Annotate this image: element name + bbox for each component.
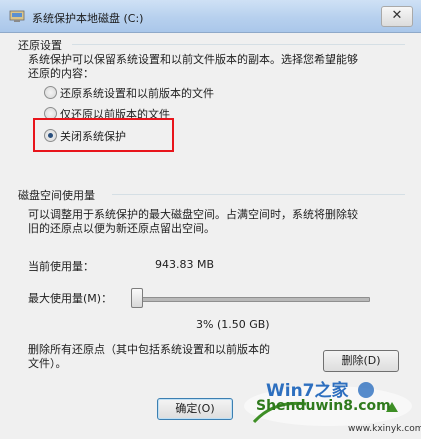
red-highlight-box <box>33 118 174 152</box>
max-usage-value: 3% (1.50 GB) <box>196 318 270 331</box>
radio-button[interactable] <box>44 86 57 99</box>
delete-description-line: 文件）。 <box>28 357 67 370</box>
delete-button[interactable]: 删除(D) <box>323 350 399 372</box>
close-button[interactable]: ✕ <box>381 6 413 27</box>
max-usage-slider-track[interactable] <box>132 297 370 302</box>
system-protection-icon <box>9 10 25 22</box>
watermark-url: www.kxinyk.com <box>348 424 421 434</box>
current-usage-label: 当前使用量： <box>28 260 94 273</box>
disk-space-title: 磁盘空间使用量 <box>18 189 95 202</box>
title-bar: 系统保护本地磁盘 (C:) ✕ <box>0 0 421 33</box>
disk-space-description-line: 可以调整用于系统保护的最大磁盘空间。占满空间时，系统将删除较 <box>28 208 358 221</box>
site-watermark: Win7之家 Shenduwin8.com www.kxinyk.com <box>236 372 421 439</box>
radio-label: 还原系统设置和以前版本的文件 <box>60 87 214 100</box>
max-usage-slider-thumb[interactable] <box>131 288 143 308</box>
disk-space-description: 可以调整用于系统保护的最大磁盘空间。占满空间时，系统将删除较 旧的还原点以便为新… <box>28 208 398 236</box>
current-usage-value: 943.83 MB <box>155 258 215 271</box>
delete-description-line: 删除所有还原点（其中包括系统设置和以前版本的 <box>28 343 270 356</box>
max-usage-label: 最大使用量(M)： <box>28 292 113 305</box>
restore-settings-title: 还原设置 <box>18 39 62 52</box>
group-divider <box>112 194 405 195</box>
window-title: 系统保护本地磁盘 (C:) <box>32 12 144 25</box>
ok-button[interactable]: 确定(O) <box>157 398 233 420</box>
disk-space-description-line: 旧的还原点以便为新还原点留出空间。 <box>28 222 215 235</box>
group-divider <box>72 44 405 45</box>
delete-description: 删除所有还原点（其中包括系统设置和以前版本的 文件）。 <box>28 343 308 371</box>
restore-description: 系统保护可以保留系统设置和以前文件版本的副本。选择您希望能够 还原的内容： <box>28 53 398 81</box>
close-icon: ✕ <box>391 8 403 23</box>
restore-description-line: 还原的内容： <box>28 67 94 80</box>
watermark-site-name: Shenduwin8.com <box>256 398 391 414</box>
restore-description-line: 系统保护可以保留系统设置和以前文件版本的副本。选择您希望能够 <box>28 53 358 66</box>
